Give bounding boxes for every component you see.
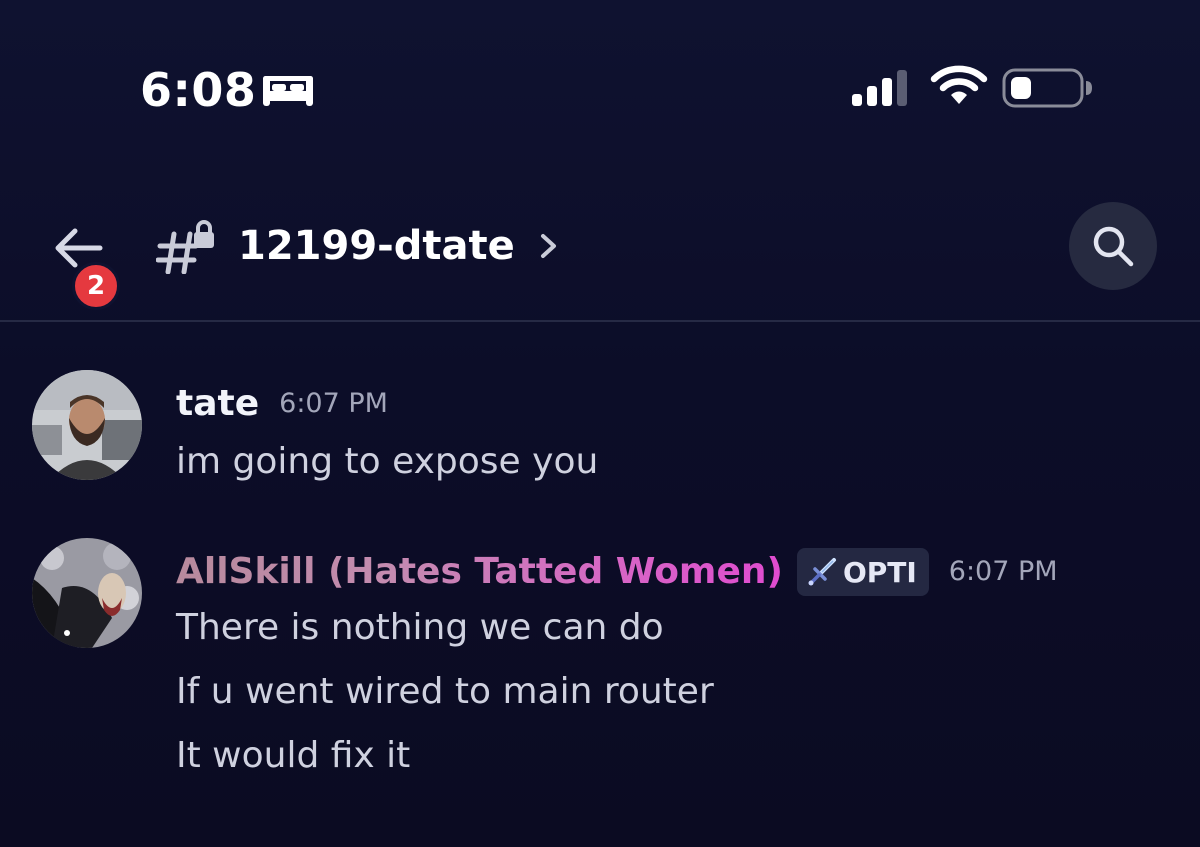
message-text: It would fix it (176, 735, 411, 776)
sword-icon (808, 558, 836, 586)
chevron-right-icon (540, 234, 556, 258)
back-button[interactable]: 2 (44, 216, 120, 310)
username[interactable]: tate (176, 382, 259, 426)
search-button[interactable] (1069, 202, 1157, 290)
message-text: There is nothing we can do (176, 607, 664, 648)
timestamp: 6:07 PM (948, 556, 1058, 587)
battery-icon (1002, 68, 1092, 108)
channel-header: 2 12199-dtate (0, 180, 1200, 322)
avatar-image (32, 538, 142, 648)
avatar-tate[interactable] (32, 370, 142, 480)
message-allskill: AllSkill (Hates Tatted Women) OPTI 6:07 … (0, 538, 1200, 788)
bed-icon (263, 76, 313, 106)
message-text: If u went wired to main router (176, 671, 714, 712)
hash-lock-icon (156, 220, 214, 274)
role-tag[interactable]: OPTI (796, 548, 929, 596)
status-bar: 6:08 (0, 0, 1200, 180)
message-header: AllSkill (Hates Tatted Women) OPTI 6:07 … (176, 548, 1058, 596)
channel-name: 12199-dtate (238, 223, 515, 269)
search-icon (1093, 226, 1134, 267)
message-header: tate 6:07 PM (176, 382, 388, 426)
timestamp: 6:07 PM (279, 388, 388, 419)
message-tate: tate 6:07 PM im going to expose you (0, 370, 1200, 490)
status-time: 6:08 (140, 63, 257, 117)
wifi-icon (930, 65, 988, 104)
chat-screen: 6:08 2 12199-dtate tate 6:07 PM im going… (0, 0, 1200, 847)
role-tag-label: OPTI (842, 555, 917, 589)
channel-title[interactable]: 12199-dtate (156, 216, 561, 276)
avatar-image (32, 370, 142, 480)
username[interactable]: AllSkill (Hates Tatted Women) (176, 550, 783, 594)
unread-badge: 2 (72, 262, 120, 310)
avatar-allskill[interactable] (32, 538, 142, 648)
message-text: im going to expose you (176, 441, 599, 482)
cellular-signal-icon (852, 70, 907, 106)
